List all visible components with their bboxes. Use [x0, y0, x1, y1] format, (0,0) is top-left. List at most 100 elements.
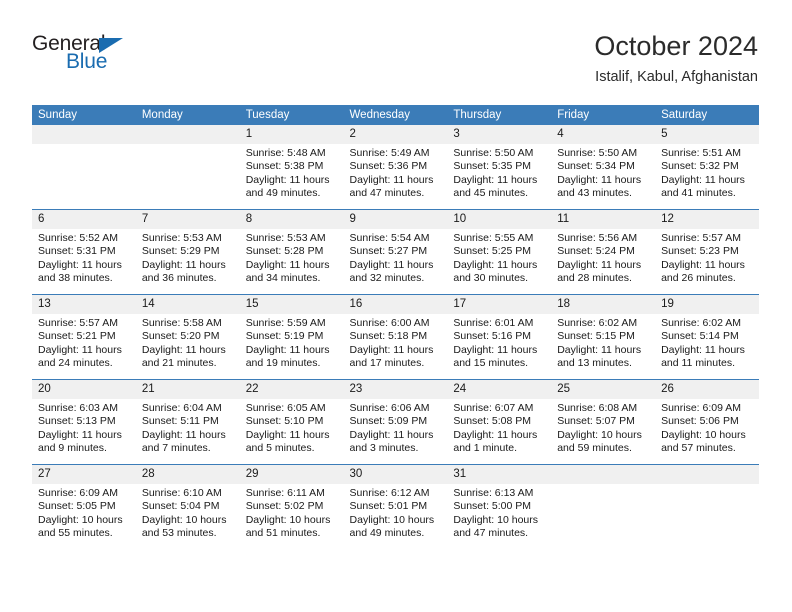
calendar-day-cell[interactable]: 6 Sunrise: 5:52 AM Sunset: 5:31 PM Daylight… [32, 209, 136, 295]
calendar-day-cell[interactable]: 4 Sunrise: 5:50 AM Sunset: 5:34 PM Daylight… [551, 125, 656, 210]
sunrise-time: Sunrise: 5:53 AM [245, 232, 326, 244]
calendar-day-cell[interactable]: 3 Sunrise: 5:50 AM Sunset: 5:35 PM Daylight… [447, 125, 552, 210]
calendar-day-cell[interactable]: 23 Sunrise: 6:06 AM Sunset: 5:09 PM Dayligh… [343, 379, 448, 465]
sunrise-time: Sunrise: 5:59 AM [245, 317, 326, 329]
daylight-duration-line1: Daylight: 11 hours [557, 173, 642, 186]
calendar-day-cell[interactable]: 14 Sunrise: 5:58 AM Sunset: 5:20 PM Dayligh… [135, 294, 240, 380]
day-number: 12 [655, 210, 759, 229]
daylight-duration-line2: and 26 minutes. [661, 272, 736, 285]
sunset-time: Sunset: 5:35 PM [453, 160, 532, 173]
day-details: Sunrise: 6:03 AM Sunset: 5:13 PM Daylight:… [32, 399, 136, 456]
sunrise-time: Sunrise: 6:01 AM [453, 317, 534, 329]
calendar-day-cell[interactable]: 27 Sunrise: 6:09 AM Sunset: 5:05 PM Dayligh… [32, 464, 136, 549]
sunrise-time: Sunrise: 6:09 AM [38, 487, 118, 499]
day-details: Sunrise: 5:58 AM Sunset: 5:20 PM Daylight:… [136, 314, 240, 371]
sunrise-time: Sunrise: 6:08 AM [557, 402, 638, 414]
daylight-duration-line2: and 3 minutes. [349, 442, 419, 455]
calendar-day-cell[interactable]: 26 Sunrise: 6:09 AM Sunset: 5:06 PM Dayligh… [655, 379, 759, 465]
calendar-day-cell[interactable]: 2 Sunrise: 5:49 AM Sunset: 5:36 PM Daylight… [343, 125, 448, 210]
calendar-day-cell[interactable]: 24 Sunrise: 6:07 AM Sunset: 5:08 PM Dayligh… [447, 379, 552, 465]
day-number [135, 125, 240, 144]
day-details: Sunrise: 6:05 AM Sunset: 5:10 PM Daylight:… [240, 399, 344, 456]
calendar-day-cell[interactable]: 25 Sunrise: 6:08 AM Sunset: 5:07 PM Dayligh… [551, 379, 656, 465]
sunset-time: Sunset: 5:25 PM [453, 245, 532, 258]
day-details: Sunrise: 5:53 AM Sunset: 5:29 PM Daylight:… [136, 229, 240, 286]
calendar-day-cell[interactable]: 16 Sunrise: 6:00 AM Sunset: 5:18 PM Dayligh… [343, 294, 448, 380]
daylight-duration-line2: and 45 minutes. [453, 187, 529, 200]
sunrise-time: Sunrise: 6:04 AM [141, 402, 222, 414]
sunset-time: Sunset: 5:36 PM [349, 160, 428, 173]
sunset-time: Sunset: 5:04 PM [141, 500, 220, 513]
calendar-day-cell[interactable]: 19 Sunrise: 6:02 AM Sunset: 5:14 PM Dayligh… [655, 294, 759, 380]
sunset-time: Sunset: 5:00 PM [453, 500, 532, 513]
daylight-duration-line2: and 55 minutes. [38, 527, 113, 540]
day-details: Sunrise: 6:00 AM Sunset: 5:18 PM Daylight:… [344, 314, 448, 371]
sunrise-time: Sunrise: 5:57 AM [38, 317, 118, 329]
day-number: 14 [135, 295, 240, 314]
calendar-day-cell[interactable]: 1 Sunrise: 5:48 AM Sunset: 5:38 PM Daylight… [239, 125, 344, 210]
calendar-day-cell[interactable]: 20 Sunrise: 6:03 AM Sunset: 5:13 PM Dayligh… [32, 379, 136, 465]
calendar-day-cell[interactable]: 15 Sunrise: 5:59 AM Sunset: 5:19 PM Dayligh… [239, 294, 344, 380]
sunrise-time: Sunrise: 5:48 AM [245, 147, 326, 159]
daylight-duration-line2: and 49 minutes. [245, 187, 321, 200]
calendar-day-cell[interactable]: 30 Sunrise: 6:12 AM Sunset: 5:01 PM Dayligh… [343, 464, 448, 549]
calendar-week-row: 27 Sunrise: 6:09 AM Sunset: 5:05 PM Dayligh… [32, 464, 759, 549]
calendar-day-cell[interactable]: 9 Sunrise: 5:54 AM Sunset: 5:27 PM Daylight… [343, 209, 448, 295]
calendar-day-cell[interactable]: 11 Sunrise: 5:56 AM Sunset: 5:24 PM Dayligh… [551, 209, 656, 295]
sunrise-time: Sunrise: 5:57 AM [661, 232, 742, 244]
daylight-duration-line1: Daylight: 10 hours [141, 513, 227, 526]
generalblue-logo[interactable]: General Blue [32, 32, 202, 84]
sunset-time: Sunset: 5:31 PM [38, 245, 116, 258]
calendar-day-cell[interactable]: 13 Sunrise: 5:57 AM Sunset: 5:21 PM Dayligh… [32, 294, 136, 380]
calendar-day-cell[interactable]: 5 Sunrise: 5:51 AM Sunset: 5:32 PM Daylight… [655, 125, 759, 210]
daylight-duration-line1: Daylight: 11 hours [141, 258, 226, 271]
calendar-day-cell[interactable]: 10 Sunrise: 5:55 AM Sunset: 5:25 PM Dayligh… [447, 209, 552, 295]
sunrise-time: Sunrise: 5:50 AM [557, 147, 638, 159]
daylight-duration-line1: Daylight: 11 hours [661, 173, 745, 186]
daylight-duration-line2: and 24 minutes. [38, 357, 113, 370]
calendar-cell-empty [551, 464, 656, 549]
weekday-header-monday: Monday [135, 105, 240, 125]
day-details: Sunrise: 5:53 AM Sunset: 5:28 PM Daylight:… [240, 229, 344, 286]
day-number: 20 [32, 380, 136, 399]
daylight-duration-line2: and 21 minutes. [141, 357, 217, 370]
daylight-duration-line1: Daylight: 11 hours [349, 173, 434, 186]
sunset-time: Sunset: 5:21 PM [38, 330, 116, 343]
daylight-duration-line2: and 7 minutes. [141, 442, 211, 455]
calendar-week-row: 1 Sunrise: 5:48 AM Sunset: 5:38 PM Daylight… [32, 125, 759, 210]
day-details: Sunrise: 6:10 AM Sunset: 5:04 PM Daylight:… [136, 484, 240, 541]
sunset-time: Sunset: 5:19 PM [245, 330, 324, 343]
daylight-duration-line1: Daylight: 11 hours [453, 428, 538, 441]
day-number [655, 465, 759, 484]
calendar-day-cell[interactable]: 7 Sunrise: 5:53 AM Sunset: 5:29 PM Daylight… [135, 209, 240, 295]
day-details: Sunrise: 6:02 AM Sunset: 5:15 PM Daylight:… [551, 314, 655, 371]
day-number: 3 [447, 125, 552, 144]
calendar-day-cell[interactable]: 28 Sunrise: 6:10 AM Sunset: 5:04 PM Dayligh… [135, 464, 240, 549]
calendar-day-cell[interactable]: 18 Sunrise: 6:02 AM Sunset: 5:15 PM Dayligh… [551, 294, 656, 380]
day-details: Sunrise: 5:59 AM Sunset: 5:19 PM Daylight:… [240, 314, 344, 371]
daylight-duration-line1: Daylight: 11 hours [661, 258, 745, 271]
daylight-duration-line2: and 17 minutes. [349, 357, 425, 370]
sunrise-time: Sunrise: 5:49 AM [349, 147, 430, 159]
day-number: 11 [551, 210, 656, 229]
daylight-duration-line2: and 47 minutes. [349, 187, 425, 200]
day-number [32, 125, 136, 144]
daylight-duration-line2: and 5 minutes. [245, 442, 315, 455]
day-details: Sunrise: 6:04 AM Sunset: 5:11 PM Daylight:… [136, 399, 240, 456]
day-number: 28 [135, 465, 240, 484]
daylight-duration-line1: Daylight: 10 hours [38, 513, 123, 526]
calendar-day-cell[interactable]: 8 Sunrise: 5:53 AM Sunset: 5:28 PM Daylight… [239, 209, 344, 295]
calendar-day-cell[interactable]: 29 Sunrise: 6:11 AM Sunset: 5:02 PM Dayligh… [239, 464, 344, 549]
calendar-day-cell[interactable]: 12 Sunrise: 5:57 AM Sunset: 5:23 PM Dayligh… [655, 209, 759, 295]
calendar-day-cell[interactable]: 31 Sunrise: 6:13 AM Sunset: 5:00 PM Dayligh… [447, 464, 552, 549]
sunset-time: Sunset: 5:27 PM [349, 245, 428, 258]
daylight-duration-line2: and 59 minutes. [557, 442, 632, 455]
calendar-day-cell[interactable]: 22 Sunrise: 6:05 AM Sunset: 5:10 PM Dayligh… [239, 379, 344, 465]
daylight-duration-line2: and 51 minutes. [245, 527, 321, 540]
title-block: October 2024 Istalif, Kabul, Afghanistan [594, 30, 758, 87]
calendar-day-cell[interactable]: 21 Sunrise: 6:04 AM Sunset: 5:11 PM Dayligh… [135, 379, 240, 465]
daylight-duration-line2: and 49 minutes. [349, 527, 425, 540]
calendar-day-cell[interactable]: 17 Sunrise: 6:01 AM Sunset: 5:16 PM Dayligh… [447, 294, 552, 380]
day-number: 7 [135, 210, 240, 229]
daylight-duration-line1: Daylight: 11 hours [349, 428, 434, 441]
